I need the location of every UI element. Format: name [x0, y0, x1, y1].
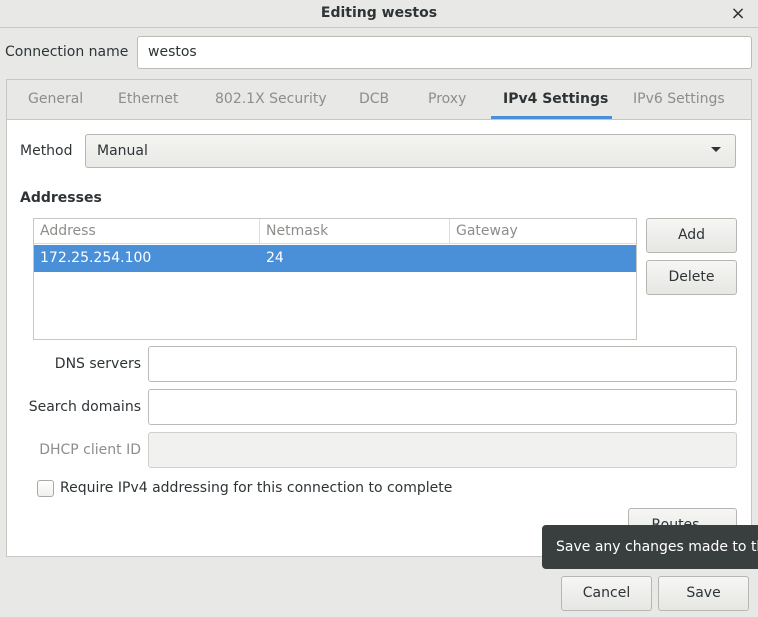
- add-button[interactable]: Add: [646, 218, 737, 253]
- require-ipv4-label[interactable]: Require IPv4 addressing for this connect…: [60, 478, 452, 498]
- column-header-address[interactable]: Address: [40, 219, 96, 244]
- addresses-table-header: [34, 219, 636, 244]
- active-tab-indicator: [491, 116, 612, 119]
- tab-802-1x-security[interactable]: 802.1X Security: [215, 79, 327, 120]
- dns-servers-label: DNS servers: [54, 356, 141, 372]
- method-label: Method: [20, 143, 73, 159]
- connection-name-input[interactable]: westos: [137, 36, 752, 69]
- netmask-cell[interactable]: 24: [266, 245, 284, 272]
- column-header-gateway[interactable]: Gateway: [456, 219, 518, 244]
- search-domains-label: Search domains: [28, 399, 141, 415]
- method-dropdown[interactable]: Manual: [85, 134, 736, 168]
- dhcp-client-id-input: [148, 432, 737, 468]
- close-icon[interactable]: ×: [724, 0, 752, 28]
- column-header-netmask[interactable]: Netmask: [266, 219, 328, 244]
- tab-general[interactable]: General: [28, 79, 83, 120]
- column-separator: [449, 219, 450, 244]
- window-title: Editing westos: [320, 5, 438, 21]
- tab-ipv4-settings[interactable]: IPv4 Settings: [503, 79, 608, 120]
- tab-ethernet[interactable]: Ethernet: [118, 79, 178, 120]
- address-cell[interactable]: 172.25.254.100: [40, 245, 151, 272]
- delete-button[interactable]: Delete: [646, 260, 737, 295]
- search-domains-input[interactable]: [148, 389, 737, 425]
- save-button[interactable]: Save: [658, 576, 749, 611]
- dns-servers-input[interactable]: [148, 346, 737, 382]
- connection-name-label: Connection name: [5, 44, 129, 60]
- addresses-heading: Addresses: [20, 190, 102, 206]
- column-separator: [259, 219, 260, 244]
- dhcp-client-id-label: DHCP client ID: [39, 442, 141, 458]
- cancel-button[interactable]: Cancel: [561, 576, 652, 611]
- chevron-down-icon: [711, 147, 721, 152]
- save-tooltip: Save any changes made to th: [542, 525, 758, 569]
- tab-dcb[interactable]: DCB: [359, 79, 389, 120]
- require-ipv4-checkbox[interactable]: [37, 480, 54, 497]
- tab-proxy[interactable]: Proxy: [428, 79, 466, 120]
- tab-ipv6-settings[interactable]: IPv6 Settings: [633, 79, 725, 120]
